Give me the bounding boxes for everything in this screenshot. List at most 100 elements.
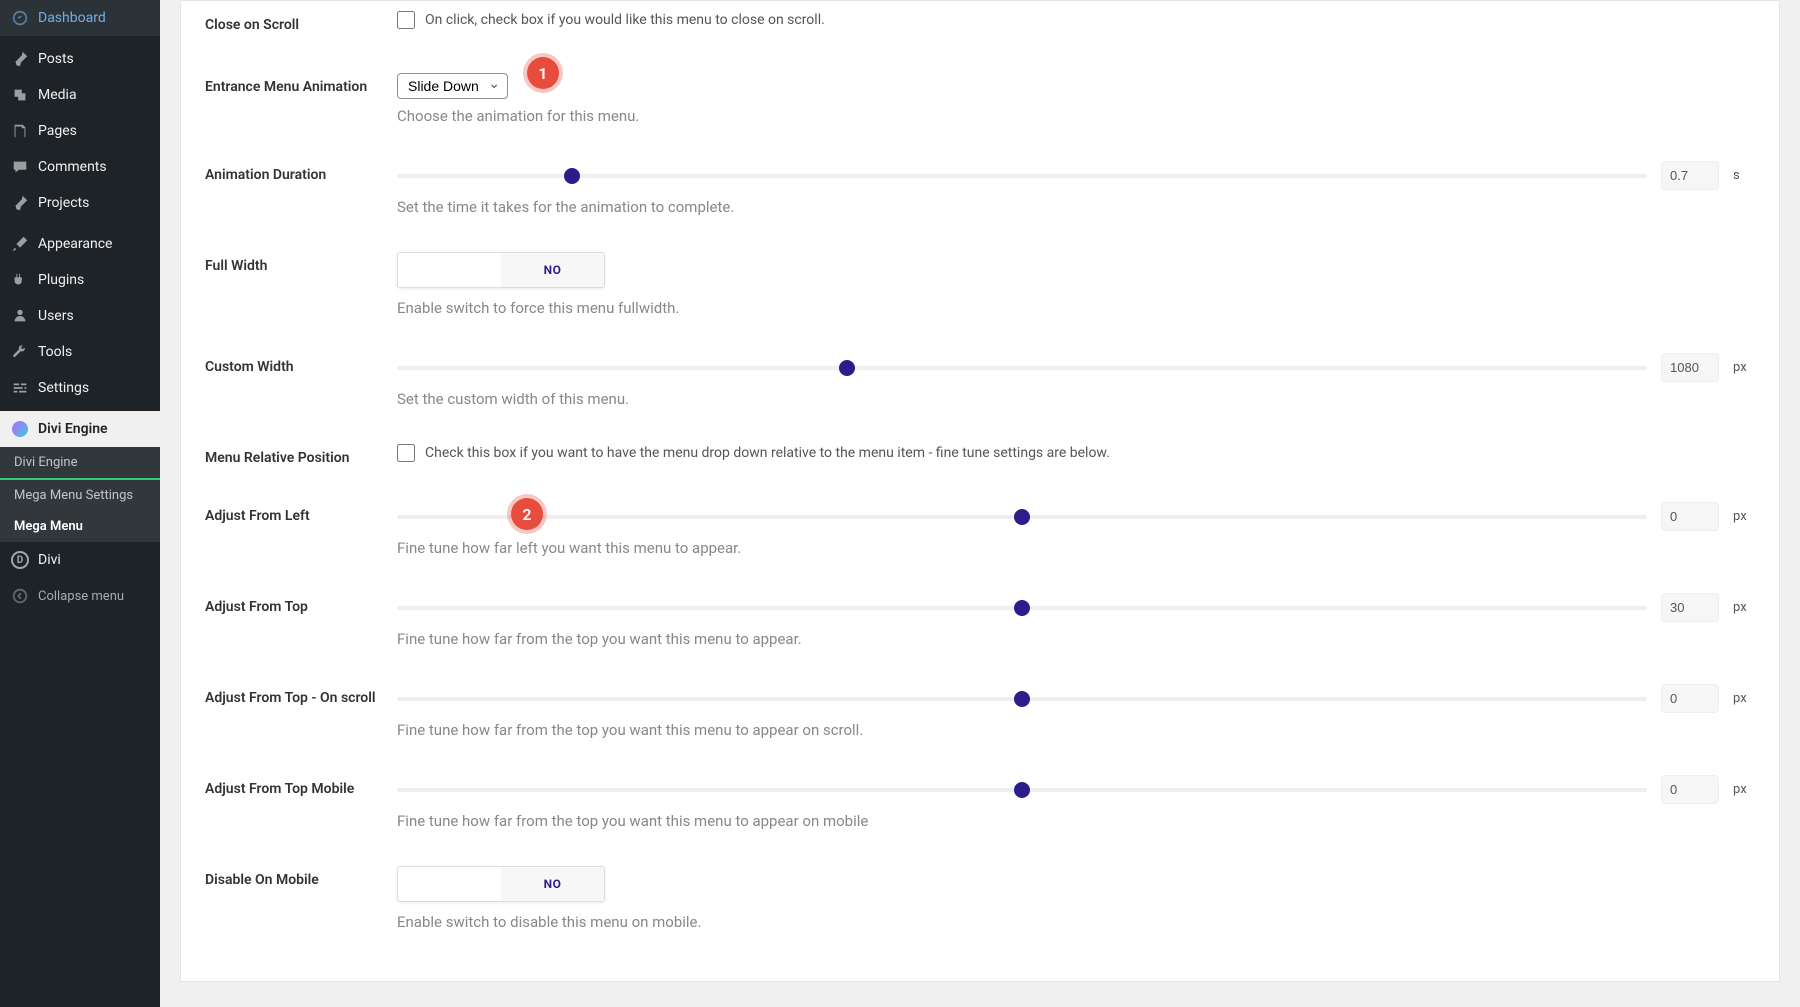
sidebar-item-comments[interactable]: Comments (0, 149, 160, 185)
toggle-no: NO (501, 867, 604, 901)
full-width-toggle[interactable]: NO (397, 252, 605, 288)
close-on-scroll-checkbox[interactable] (397, 11, 415, 29)
menu-relative-checkbox[interactable] (397, 444, 415, 462)
slider-thumb[interactable] (1014, 600, 1030, 616)
field-disable-mobile: Disable On Mobile NO Enable switch to di… (181, 856, 1779, 941)
plug-icon (10, 270, 30, 290)
adjust-top-input[interactable] (1661, 593, 1719, 622)
field-description: Set the custom width of this menu. (397, 390, 1755, 408)
adjust-top-scroll-slider[interactable] (397, 697, 1647, 701)
sidebar-item-label: Appearance (38, 236, 112, 252)
slider-thumb[interactable] (1014, 691, 1030, 707)
adjust-top-slider[interactable] (397, 606, 1647, 610)
sidebar-item-label: Comments (38, 159, 107, 175)
annotation-badge-1: 1 (527, 57, 559, 89)
field-label: Custom Width (205, 353, 397, 375)
divi-engine-icon (10, 419, 30, 439)
sidebar-item-dashboard[interactable]: Dashboard (0, 0, 160, 36)
unit-label: px (1733, 691, 1755, 706)
sidebar-item-collapse[interactable]: Collapse menu (0, 578, 160, 614)
sidebar-item-media[interactable]: Media (0, 77, 160, 113)
sidebar-item-pages[interactable]: Pages (0, 113, 160, 149)
sidebar-item-label: Pages (38, 123, 77, 139)
main-content: 1 2 Close on Scroll On click, check box … (160, 0, 1800, 1007)
toggle-yes (398, 867, 501, 901)
unit-label: px (1733, 509, 1755, 524)
checkbox-text: On click, check box if you would like th… (425, 12, 825, 28)
sidebar-item-label: Divi (38, 552, 61, 568)
slider-thumb[interactable] (839, 360, 855, 376)
annotation-badge-2: 2 (511, 498, 543, 530)
field-description: Enable switch to disable this menu on mo… (397, 913, 1755, 931)
sidebar-item-posts[interactable]: Posts (0, 41, 160, 77)
sidebar-item-appearance[interactable]: Appearance (0, 226, 160, 262)
sliders-icon (10, 378, 30, 398)
adjust-left-input[interactable] (1661, 502, 1719, 531)
sidebar-item-label: Settings (38, 380, 89, 396)
field-menu-relative: Menu Relative Position Check this box if… (181, 434, 1779, 476)
pin-icon (10, 49, 30, 69)
field-animation-duration: Animation Duration s Set the time it tak… (181, 151, 1779, 226)
field-label: Close on Scroll (205, 11, 397, 33)
sidebar-item-label: Users (38, 308, 74, 324)
animation-duration-input[interactable] (1661, 161, 1719, 190)
pages-icon (10, 121, 30, 141)
toggle-yes (398, 253, 501, 287)
slider-thumb[interactable] (1014, 782, 1030, 798)
field-label: Adjust From Top (205, 593, 397, 615)
sidebar-submenu: Divi Engine Mega Menu Settings Mega Menu (0, 447, 160, 542)
field-label: Disable On Mobile (205, 866, 397, 888)
settings-panel: 1 2 Close on Scroll On click, check box … (180, 0, 1780, 982)
admin-sidebar: Dashboard Posts Media Pages Comments Pro… (0, 0, 160, 1007)
field-label: Adjust From Left (205, 502, 397, 524)
sidebar-item-label: Media (38, 87, 77, 103)
field-description: Choose the animation for this menu. (397, 107, 1755, 125)
sidebar-item-label: Plugins (38, 272, 84, 288)
custom-width-input[interactable] (1661, 353, 1719, 382)
sidebar-item-settings[interactable]: Settings (0, 370, 160, 406)
checkbox-text: Check this box if you want to have the m… (425, 445, 1110, 461)
field-full-width: Full Width NO Enable switch to force thi… (181, 242, 1779, 327)
adjust-top-mobile-input[interactable] (1661, 775, 1719, 804)
field-adjust-left: Adjust From Left px Fine tune how far le… (181, 492, 1779, 567)
slider-thumb[interactable] (564, 168, 580, 184)
sidebar-item-tools[interactable]: Tools (0, 334, 160, 370)
submenu-item-divi-engine[interactable]: Divi Engine (0, 447, 160, 478)
field-description: Fine tune how far left you want this men… (397, 539, 1755, 557)
sidebar-item-label: Posts (38, 51, 74, 67)
collapse-icon (10, 586, 30, 606)
adjust-top-scroll-input[interactable] (1661, 684, 1719, 713)
field-close-on-scroll: Close on Scroll On click, check box if y… (181, 1, 1779, 43)
slider-thumb[interactable] (1014, 509, 1030, 525)
adjust-top-mobile-slider[interactable] (397, 788, 1647, 792)
animation-duration-slider[interactable] (397, 174, 1647, 178)
sidebar-item-divi[interactable]: D Divi (0, 542, 160, 578)
field-description: Enable switch to force this menu fullwid… (397, 299, 1755, 317)
submenu-item-mega-menu[interactable]: Mega Menu (0, 511, 160, 542)
users-icon (10, 306, 30, 326)
sidebar-item-divi-engine[interactable]: Divi Engine (0, 411, 160, 447)
field-adjust-top-scroll: Adjust From Top - On scroll px Fine tune… (181, 674, 1779, 749)
sidebar-item-label: Tools (38, 344, 72, 360)
field-label: Menu Relative Position (205, 444, 397, 466)
toggle-no: NO (501, 253, 604, 287)
custom-width-slider[interactable] (397, 366, 1647, 370)
sidebar-item-projects[interactable]: Projects (0, 185, 160, 221)
unit-label: px (1733, 600, 1755, 615)
entrance-animation-select[interactable]: Slide Down (397, 73, 508, 99)
comments-icon (10, 157, 30, 177)
field-label: Entrance Menu Animation (205, 73, 397, 95)
field-label: Full Width (205, 252, 397, 274)
unit-label: s (1733, 168, 1755, 183)
submenu-item-mega-menu-settings[interactable]: Mega Menu Settings (0, 478, 160, 511)
adjust-left-slider[interactable] (397, 515, 1647, 519)
field-label: Adjust From Top - On scroll (205, 684, 397, 706)
field-description: Fine tune how far from the top you want … (397, 812, 1755, 830)
brush-icon (10, 234, 30, 254)
field-description: Fine tune how far from the top you want … (397, 630, 1755, 648)
divi-icon: D (10, 550, 30, 570)
sidebar-item-users[interactable]: Users (0, 298, 160, 334)
disable-mobile-toggle[interactable]: NO (397, 866, 605, 902)
field-entrance-animation: Entrance Menu Animation Slide Down Choos… (181, 63, 1779, 135)
sidebar-item-plugins[interactable]: Plugins (0, 262, 160, 298)
